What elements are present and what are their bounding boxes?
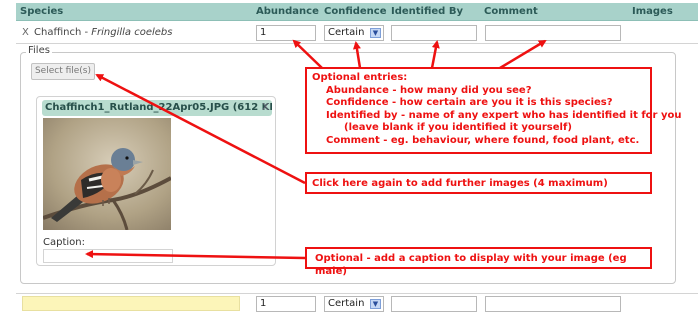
note-comment: Comment - eg. behaviour, where found, fo… [326,134,640,146]
abundance-input[interactable]: 1 [256,25,316,41]
confidence-select-new-value: Certain [328,298,365,309]
chaffinch-photo [43,118,171,230]
species-latin-name: Fringilla coelebs [91,27,173,38]
chevron-down-icon: ▼ [370,299,381,309]
remove-image-icon[interactable]: X [262,102,269,113]
note-confidence: Confidence - how certain are you it is t… [326,97,613,108]
select-files-button[interactable]: Select file(s) [31,63,95,80]
abundance-input-new[interactable]: 1 [256,296,316,312]
table-header: Species Abundance Confidence Identified … [16,3,698,21]
header-confidence: Confidence [324,6,387,17]
species-name: Chaffinch - Fringilla coelebs [34,27,173,38]
species-autocomplete-input[interactable] [22,296,240,311]
header-comment: Comment [484,6,538,17]
caption-label: Caption: [43,237,85,248]
note-abundance: Abundance - how many did you see? [326,84,532,96]
remove-species-icon[interactable]: X [22,27,29,38]
chevron-down-icon: ▼ [370,28,381,38]
identified-by-input-new[interactable] [391,296,477,312]
header-abundance: Abundance [256,6,319,17]
optional-entries-title: Optional entries: [312,72,408,83]
header-images: Images [632,6,673,17]
optional-entries-note: Optional entries: Abundance - how many d… [305,67,682,154]
add-images-note: Click here again to add further images (… [305,172,652,194]
comment-input-new[interactable] [485,296,621,312]
note-identified-by-detail: (leave blank if you identified it yourse… [344,122,572,133]
confidence-select-value: Certain [328,27,365,38]
species-common-name: Chaffinch - [34,27,92,38]
header-identified-by: Identified By [391,6,463,17]
caption-note: Optional - add a caption to display with… [305,247,652,277]
confidence-select[interactable]: Certain ▼ [324,25,384,41]
comment-input[interactable] [485,25,621,41]
caption-input[interactable] [43,249,173,263]
identified-by-input[interactable] [391,25,477,41]
header-species: Species [20,6,64,17]
image-filename: Chaffinch1_Rutland_22Apr05.JPG (612 KB) [42,100,272,116]
confidence-select-new[interactable]: Certain ▼ [324,296,384,312]
note-identified-by: Identified by - name of any expert who h… [326,109,682,121]
files-legend: Files [26,45,52,56]
